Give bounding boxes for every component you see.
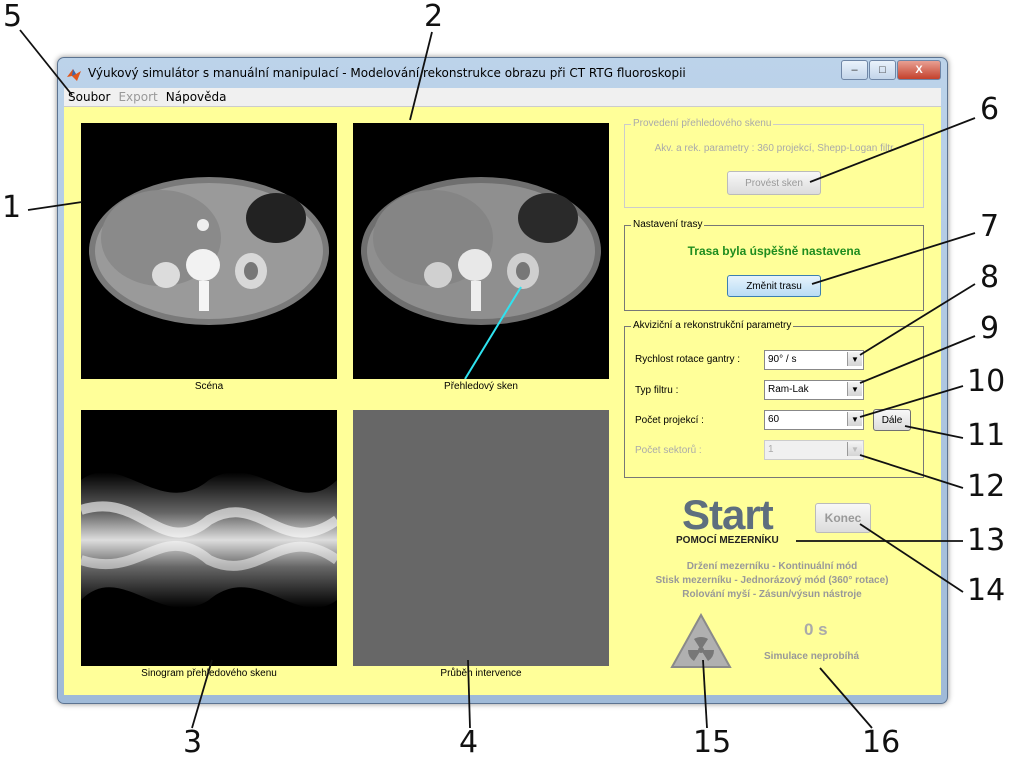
rotation-speed-select[interactable]: 90° / s ▼ [764, 350, 864, 370]
callout-9: 9 [980, 311, 1000, 346]
sinogram-plot [81, 472, 337, 608]
info-line-2: Stisk mezerníku - Jednorázový mód (360° … [655, 575, 889, 586]
menu-napoveda[interactable]: Nápověda [162, 88, 231, 106]
sectors-label: Počet sektorů : [635, 445, 702, 456]
title-bar[interactable]: Výukový simulátor s manuální manipulací … [58, 58, 947, 88]
chevron-down-icon: ▼ [847, 412, 862, 426]
sim-time: 0 s [804, 620, 828, 639]
ct-slice-overview [361, 177, 601, 379]
client-area: Scéna Přehledový sken Sinogram přehledov… [64, 107, 941, 695]
filter-type-label: Typ filtru : [635, 385, 679, 396]
sinogram-image[interactable] [81, 410, 337, 666]
callout-15: 15 [693, 725, 732, 760]
menu-bar: Soubor Export Nápověda [64, 88, 941, 107]
matlab-icon [67, 69, 81, 81]
scan-group: Provedení přehledového skenu Akv. a rek.… [624, 118, 924, 208]
close-button[interactable]: X [897, 60, 941, 80]
sim-status: Simulace neprobíhá [764, 651, 860, 662]
rotation-speed-label: Rychlost rotace gantry : [635, 354, 741, 365]
projections-select[interactable]: 60 ▼ [764, 410, 864, 430]
callout-13: 13 [967, 523, 1006, 558]
callout-4: 4 [459, 725, 479, 760]
callout-5: 5 [3, 0, 23, 34]
callout-8: 8 [980, 260, 1000, 295]
callout-12: 12 [967, 469, 1006, 504]
scan-params-text: Akv. a rek. parametry : 360 projekcí, Sh… [654, 143, 894, 154]
info-line-3: Rolování myší - Zásun/výsun nástroje [682, 589, 862, 600]
route-group: Nastavení trasy Trasa byla úspěšně nasta… [624, 219, 924, 311]
start-label: Start [682, 491, 774, 538]
scene-caption: Scéna [194, 381, 224, 392]
menu-export[interactable]: Export [114, 88, 161, 106]
window-title: Výukový simulátor s manuální manipulací … [88, 66, 686, 80]
change-route-button[interactable]: Změnit trasu [727, 275, 821, 297]
chevron-down-icon: ▼ [847, 352, 862, 366]
ct-slice-scene [89, 177, 329, 325]
sinogram-caption: Sinogram přehledového skenu [141, 668, 277, 679]
next-button[interactable]: Dále [873, 409, 911, 431]
scene-image[interactable] [81, 123, 337, 379]
scan-group-legend: Provedení přehledového skenu [631, 118, 774, 129]
sectors-select[interactable]: 1 ▼ [764, 440, 864, 460]
overview-caption: Přehledový sken [444, 381, 518, 392]
chevron-down-icon: ▼ [847, 442, 862, 456]
callout-16: 16 [862, 725, 901, 760]
intervention-caption: Průběh intervence [440, 668, 522, 679]
route-group-legend: Nastavení trasy [631, 219, 705, 230]
end-button[interactable]: Konec [815, 503, 871, 533]
info-line-1: Držení mezerníku - Kontinuální mód [686, 561, 858, 572]
callout-3: 3 [183, 725, 203, 760]
filter-type-select[interactable]: Ram-Lak ▼ [764, 380, 864, 400]
callout-6: 6 [980, 92, 1000, 127]
menu-soubor[interactable]: Soubor [64, 88, 114, 106]
callout-2: 2 [424, 0, 444, 34]
radiation-icon [670, 613, 732, 668]
maximize-button[interactable]: □ [869, 60, 896, 80]
callout-14: 14 [967, 573, 1006, 608]
app-window: Výukový simulátor s manuální manipulací … [57, 57, 948, 704]
callout-10: 10 [967, 364, 1006, 399]
perform-scan-button[interactable]: Provést sken [727, 171, 821, 195]
overview-image[interactable] [353, 123, 609, 379]
callout-7: 7 [980, 209, 1000, 244]
callout-1: 1 [2, 190, 22, 225]
projections-label: Počet projekcí : [635, 415, 704, 426]
callout-11: 11 [967, 418, 1006, 453]
minimize-button[interactable]: – [841, 60, 868, 80]
intervention-image[interactable] [353, 410, 609, 666]
chevron-down-icon: ▼ [847, 382, 862, 396]
acquisition-group: Akviziční a rekonstrukční parametry Rych… [624, 320, 924, 478]
acquisition-group-legend: Akviziční a rekonstrukční parametry [631, 320, 794, 331]
route-status-text: Trasa byla úspěšně nastavena [687, 244, 861, 258]
start-hint: POMOCÍ MEZERNÍKU [676, 535, 779, 546]
